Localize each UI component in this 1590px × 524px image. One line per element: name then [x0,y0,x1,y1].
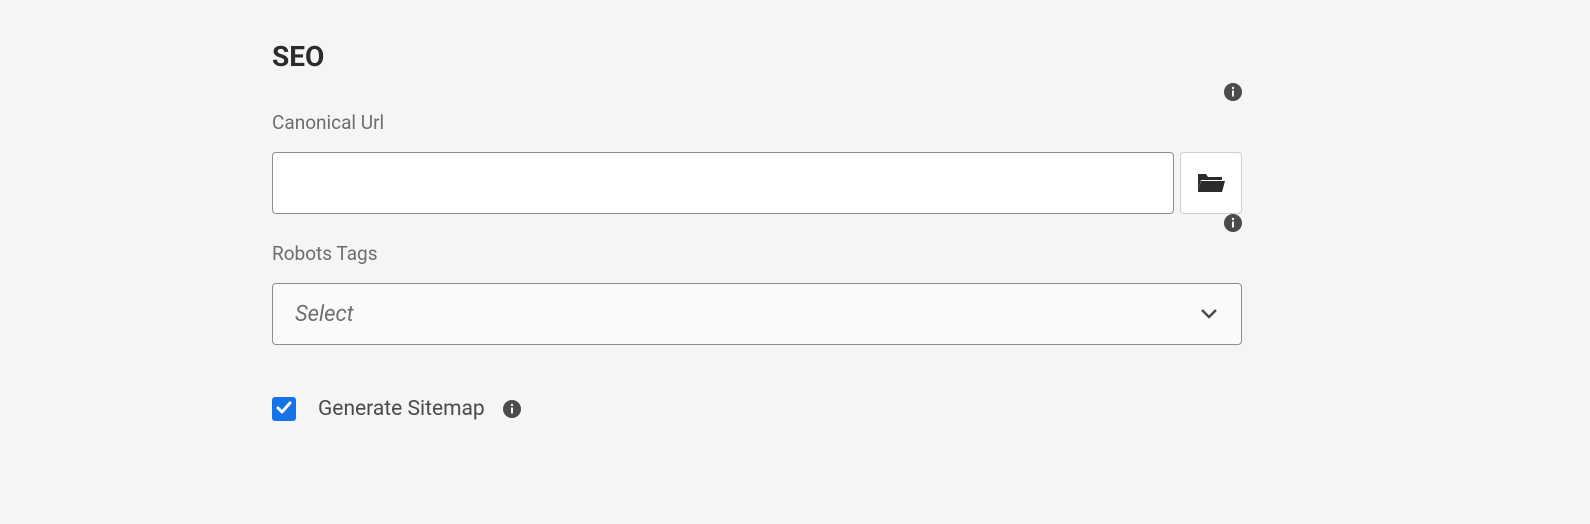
sitemap-info-icon[interactable] [503,400,521,418]
robots-select-row: Select [272,283,1242,345]
canonical-info-icon[interactable] [1224,83,1242,101]
generate-sitemap-checkbox[interactable] [272,397,296,421]
generate-sitemap-label: Generate Sitemap [318,397,485,421]
robots-select-placeholder: Select [295,302,354,327]
robots-tags-label: Robots Tags [272,242,1242,265]
seo-form: SEO Canonical Url Robots Tags Select [272,40,1242,421]
section-title: SEO [272,40,1242,73]
robots-tags-group: Robots Tags Select [272,242,1242,345]
canonical-input-row [272,152,1242,214]
check-icon [276,400,292,419]
canonical-browse-button[interactable] [1180,152,1242,214]
robots-info-icon[interactable] [1224,214,1242,232]
canonical-url-input[interactable] [272,152,1174,214]
folder-open-icon [1196,169,1226,198]
canonical-url-label: Canonical Url [272,111,1242,134]
canonical-url-group: Canonical Url [272,111,1242,214]
robots-tags-select[interactable]: Select [272,283,1242,345]
chevron-down-icon [1199,305,1219,324]
generate-sitemap-row: Generate Sitemap [272,397,1242,421]
